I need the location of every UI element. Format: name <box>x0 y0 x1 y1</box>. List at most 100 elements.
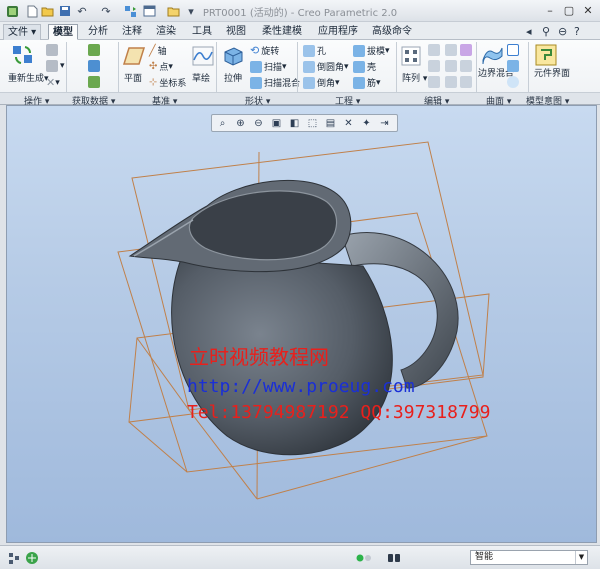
tab-tools[interactable]: 工具 <box>188 24 216 40</box>
revolve-button[interactable]: ⟲ 旋转 <box>250 44 279 57</box>
minimize-button[interactable]: – <box>541 2 559 19</box>
rib-button[interactable]: 筋 ▾ <box>353 76 381 89</box>
csys-icon: ⊹ <box>149 77 158 88</box>
help-center-icon[interactable]: ⊖ <box>558 25 567 38</box>
paste-icon[interactable]: ▾ <box>46 60 65 72</box>
watermark-contact: Tel:13794987192 QQ:397318799 <box>187 402 491 423</box>
draft-label: 拔模 <box>367 47 386 57</box>
watermark-title: 立时视频教程网 <box>189 345 329 369</box>
merge-icon[interactable] <box>445 44 459 56</box>
style-icon[interactable] <box>507 60 521 72</box>
shell-icon <box>353 60 365 73</box>
round-button[interactable]: 倒圆角 ▾ <box>303 60 349 73</box>
plane-icon[interactable] <box>122 46 146 66</box>
revolve-icon: ⟲ <box>250 44 260 57</box>
chevron-down-icon: ▼ <box>575 551 587 564</box>
tab-flexible-modeling[interactable]: 柔性建模 <box>258 24 306 40</box>
tab-render[interactable]: 渲染 <box>152 24 180 40</box>
selection-filter-dropdown[interactable]: 智能 ▼ <box>470 550 588 565</box>
minimize-ribbon-icon[interactable]: ◂ <box>526 25 532 38</box>
component-interface-icon[interactable] <box>535 44 557 66</box>
tab-model[interactable]: 模型 <box>48 24 78 40</box>
hole-label: 孔 <box>317 47 327 57</box>
status-bar: 智能 ▼ <box>0 545 600 569</box>
user-defined-feature-icon[interactable] <box>88 44 102 56</box>
thicken-icon[interactable] <box>460 60 474 72</box>
model-scene[interactable] <box>7 106 597 543</box>
solidify-icon[interactable] <box>460 76 474 88</box>
point-button[interactable]: ✣ 点 ▾ <box>149 60 173 73</box>
draft-button[interactable]: 拔模 ▾ <box>353 44 390 57</box>
sweep-button[interactable]: 扫描 ▾ <box>250 60 287 73</box>
title-bar: ↶ ↷ ▾ PRT0001 (活动的) - Creo Parametric 2.… <box>0 0 600 22</box>
axis-label: 轴 <box>157 47 167 57</box>
revolve-label: 旋转 <box>261 47 280 57</box>
selection-filter-value: 智能 <box>475 552 494 562</box>
round-icon <box>303 60 315 73</box>
find-icon[interactable] <box>386 550 402 566</box>
sweep-icon <box>250 60 262 73</box>
draft-icon <box>353 44 365 57</box>
offset-icon[interactable] <box>445 76 459 88</box>
ribbon-group-labels: 操作 ▾ 获取数据 ▾ 基准 ▾ 形状 ▾ 工程 ▾ 编辑 ▾ 曲面 ▾ 模型意… <box>0 92 600 107</box>
tab-view[interactable]: 视图 <box>222 24 250 40</box>
rib-label: 筋 <box>367 79 377 89</box>
axis-icon: ╱ <box>149 44 156 57</box>
chamfer-label: 倒角 <box>317 79 336 89</box>
project-icon[interactable] <box>428 76 442 88</box>
close-button[interactable]: ✕ <box>579 2 597 19</box>
boundary-blend-icon[interactable] <box>481 44 503 66</box>
pattern-label: 阵列 <box>402 74 421 84</box>
intersect-icon[interactable] <box>460 44 474 56</box>
sketch-icon[interactable] <box>192 46 214 66</box>
freestyle-icon[interactable] <box>507 76 521 88</box>
plane-button[interactable]: 平面 <box>124 71 142 84</box>
extrude-button[interactable]: 拉伸 <box>224 71 242 84</box>
pattern-button[interactable]: 阵列 ▾ <box>402 71 427 84</box>
delete-icon[interactable]: ✕ ▾ <box>46 76 60 89</box>
shell-button[interactable]: 壳 <box>353 60 376 73</box>
tab-applications[interactable]: 应用程序 <box>314 24 362 40</box>
chamfer-button[interactable]: 倒角 ▾ <box>303 76 340 89</box>
browser-toggle-icon[interactable] <box>24 550 40 566</box>
component-interface-button[interactable]: 元件界面 <box>534 69 570 79</box>
extend-icon[interactable] <box>428 60 442 72</box>
tab-advanced-commands[interactable]: 高级命令 <box>368 24 416 40</box>
point-label: 点 <box>159 63 169 73</box>
tab-file-label: 文件 <box>8 27 28 38</box>
search-icon[interactable]: ⚲ <box>542 25 550 38</box>
csys-label: 坐标系 <box>159 79 187 89</box>
shrinkwrap-icon[interactable] <box>88 76 102 88</box>
sketch-button[interactable]: 草绘 <box>192 71 210 84</box>
trim-icon[interactable] <box>445 60 459 72</box>
tab-analysis[interactable]: 分析 <box>84 24 112 40</box>
graphics-window[interactable]: ⌕ ⊕ ⊖ ▣ ◧ ⬚ ▤ ✕ ✦ ⇥ 立时视频教程网 http://www.p… <box>6 105 597 543</box>
swept-blend-icon <box>250 76 262 89</box>
maximize-button[interactable]: ▢ <box>560 2 578 19</box>
help-icon[interactable]: ? <box>574 25 580 38</box>
regenerate-button[interactable]: 重新生成▾ <box>8 71 49 84</box>
tab-file[interactable]: 文件 ▾ <box>3 24 42 40</box>
swept-blend-button[interactable]: 扫描混合 <box>250 76 300 89</box>
pitcher-opening <box>188 190 338 261</box>
swept-blend-label: 扫描混合 <box>264 79 301 89</box>
navigator-toggle-icon[interactable] <box>6 550 22 566</box>
extrude-icon[interactable] <box>222 44 244 66</box>
tab-annotate[interactable]: 注释 <box>118 24 146 40</box>
regenerate-big-icon[interactable] <box>12 44 34 66</box>
ribbon-tabs: 文件 ▾ 模型 分析 注释 渲染 工具 视图 柔性建模 应用程序 高级命令 ◂ … <box>0 22 600 40</box>
fill-icon[interactable] <box>507 44 521 56</box>
csys-button[interactable]: ⊹ 坐标系 <box>149 76 186 89</box>
chamfer-icon <box>303 76 315 89</box>
hole-button[interactable]: 孔 <box>303 44 326 57</box>
shell-label: 壳 <box>367 63 377 73</box>
pattern-icon[interactable] <box>401 46 421 66</box>
axis-button[interactable]: ╱ 轴 <box>149 44 167 57</box>
watermark-url: http://www.proeug.com <box>187 376 415 397</box>
copy-geometry-icon[interactable] <box>88 60 102 72</box>
round-label: 倒圆角 <box>317 63 345 73</box>
mirror-icon[interactable] <box>428 44 442 56</box>
copy-icon[interactable] <box>46 44 60 56</box>
sweep-label: 扫描 <box>264 63 283 73</box>
regeneration-status-icon <box>356 550 372 566</box>
